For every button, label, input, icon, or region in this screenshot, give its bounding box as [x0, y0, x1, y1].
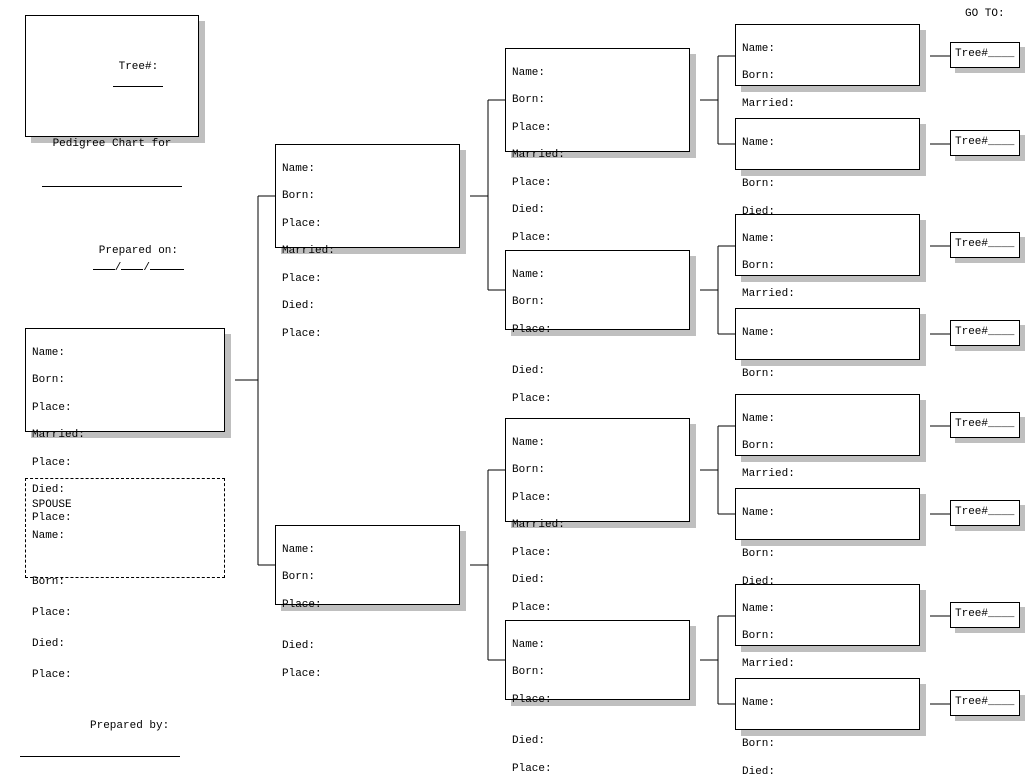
field-label-died: Died: [512, 735, 683, 749]
field-label-name: Name: [32, 347, 218, 361]
field-label-name: Name: [742, 603, 913, 617]
field-label-died: Died: [742, 766, 913, 779]
field-label-place: Place: [512, 602, 683, 616]
field-label-died: Died: [512, 204, 683, 218]
field-label-born: Born: [742, 548, 913, 562]
field-label-place: Place: [32, 606, 218, 621]
field-label-place: Place: [512, 393, 683, 407]
field-label-died: Died: [512, 574, 683, 588]
field-label-born: Born: [512, 666, 683, 680]
field-label-born: Born: [742, 440, 913, 454]
field-label-name: Name: [282, 544, 453, 558]
field-label-name: Name: [742, 413, 913, 427]
field-label-born: Born: [32, 575, 218, 590]
tree-ref-label: Tree#____ [955, 506, 1014, 518]
field-label-born: Born: [742, 738, 913, 752]
field-label-place: Place: [282, 218, 453, 232]
field-label-born: Born: [742, 178, 913, 192]
field-label-died: Died: [282, 300, 453, 314]
field-label-place: Place: [32, 402, 218, 416]
prepared-by-blank[interactable] [20, 755, 180, 757]
field-label-place: Place: [282, 328, 453, 342]
prepared-by-label: Prepared by: [90, 720, 169, 732]
field-label-place: Place: [282, 273, 453, 287]
field-label-died: Died: [282, 640, 453, 654]
field-label-married: Married: [282, 245, 453, 259]
tree-number-line: Tree#: [32, 48, 192, 107]
field-label-name: Name: [742, 327, 913, 341]
field-label-born: Born: [32, 374, 218, 388]
field-label-place: Place: [512, 122, 683, 136]
field-label-name: Name: [512, 437, 683, 451]
field-label-born: Born: [512, 464, 683, 478]
field-label-married: Married: [742, 468, 913, 482]
field-label-name: Name: [742, 137, 913, 151]
field-label-born: Born: [742, 260, 913, 274]
field-label-born: Born: [512, 296, 683, 310]
tree-num-label: Tree#: [119, 61, 159, 73]
field-label-place: Place: [512, 324, 683, 338]
field-label-name: Name: [742, 697, 913, 711]
field-label-born: Born: [282, 571, 453, 585]
tree-ref-label: Tree#____ [955, 238, 1014, 250]
prepared-on-label: Prepared on: [99, 245, 178, 257]
pedigree-title: Pedigree Chart for [32, 138, 192, 152]
field-label-married: Married: [512, 149, 683, 163]
field-label-married: Married: [742, 98, 913, 112]
field-label-name: Name: [512, 67, 683, 81]
field-label-married: Married: [32, 429, 218, 443]
field-label-place: Place: [512, 177, 683, 191]
date-dd[interactable] [121, 258, 143, 270]
field-label-married: Married: [742, 288, 913, 302]
field-label-name: Name: [742, 233, 913, 247]
field-label-place: Place: [32, 512, 218, 526]
field-label-name: Name: [742, 43, 913, 57]
field-label-name: Name: [742, 507, 913, 521]
field-label-born: Born: [742, 368, 913, 382]
tree-ref-label: Tree#____ [955, 608, 1014, 620]
tree-ref-label: Tree#____ [955, 48, 1014, 60]
field-label-place: Place: [282, 599, 453, 613]
field-label-died: Died: [512, 365, 683, 379]
field-label-place: Place: [512, 232, 683, 246]
field-label-name: Name: [282, 163, 453, 177]
date-mm[interactable] [93, 258, 115, 270]
field-label-died: Died: [32, 484, 218, 498]
field-label-place: Place: [512, 547, 683, 561]
tree-ref-label: Tree#____ [955, 326, 1014, 338]
tree-num-blank[interactable] [113, 75, 163, 87]
tree-ref-label: Tree#____ [955, 696, 1014, 708]
field-label-place: Place: [512, 763, 683, 777]
field-label-place: Place: [32, 668, 218, 683]
field-label-place: Place: [512, 492, 683, 506]
field-label-born: Born: [742, 70, 913, 84]
field-label-born: Born: [742, 630, 913, 644]
field-label-place: Place: [512, 694, 683, 708]
field-label-place: Place: [282, 668, 453, 682]
prepared-on-line: Prepared on: // [32, 231, 192, 290]
field-label-name: Name: [512, 269, 683, 283]
field-label-died: Died: [32, 637, 218, 652]
field-label-name: Name: [32, 529, 218, 544]
tree-ref-label: Tree#____ [955, 418, 1014, 430]
tree-ref-label: Tree#____ [955, 136, 1014, 148]
field-label-place: Place: [32, 457, 218, 471]
pedigree-name-blank[interactable] [42, 185, 182, 187]
field-label-name: Name: [512, 639, 683, 653]
field-label-married: Married: [742, 658, 913, 672]
field-label-born: Born: [282, 190, 453, 204]
field-label-married: Married: [512, 519, 683, 533]
date-yyyy[interactable] [150, 258, 184, 270]
field-label-born: Born: [512, 94, 683, 108]
goto-label: GO TO: [965, 8, 1005, 20]
